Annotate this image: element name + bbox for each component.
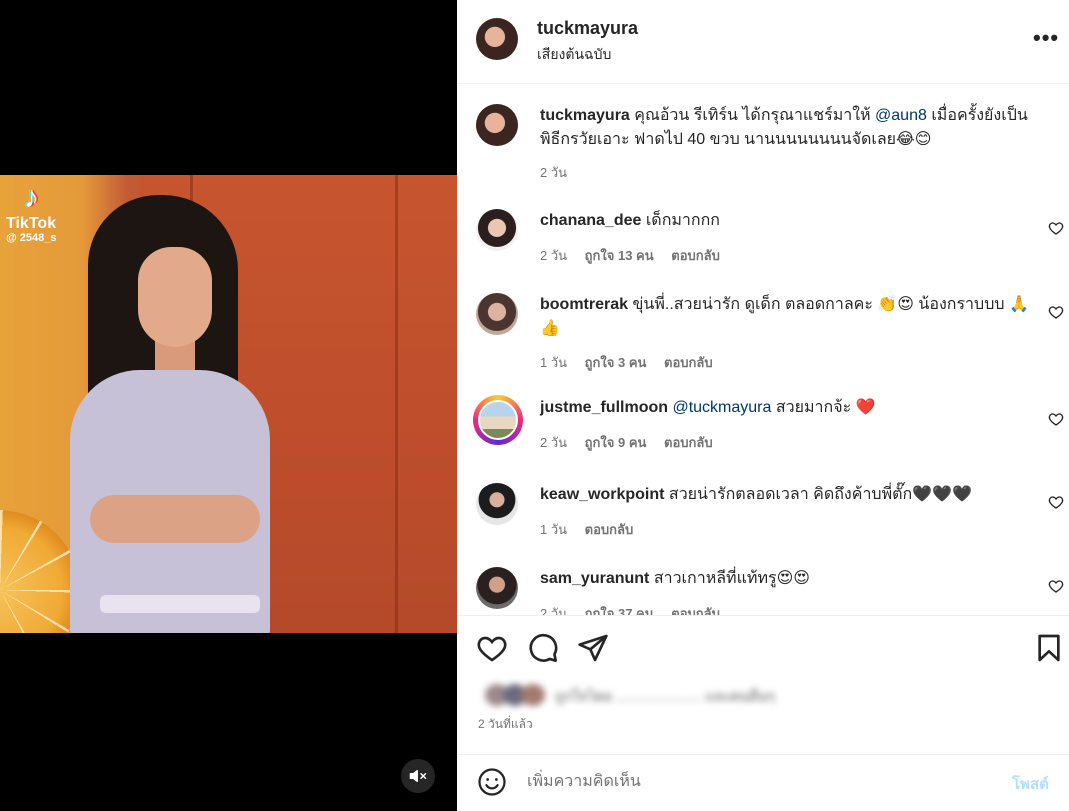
- comment-body: สาวเกาหลีที่แท้ทรู😍😍: [649, 570, 810, 587]
- heart-icon[interactable]: [1048, 220, 1064, 236]
- commenter-username[interactable]: boomtrerak: [540, 296, 628, 313]
- wall-seam: [395, 175, 398, 633]
- action-bar-divider: [457, 615, 1069, 616]
- heart-icon[interactable]: [1048, 411, 1064, 427]
- video-subject: [60, 195, 300, 633]
- subject-face: [138, 247, 212, 347]
- heart-icon[interactable]: [1048, 494, 1064, 510]
- comment-bubble-icon[interactable]: [527, 632, 559, 664]
- heart-icon[interactable]: [476, 632, 508, 664]
- author-avatar[interactable]: [476, 104, 518, 146]
- post-details-pane: tuckmayura เสียงต้นฉบับ ••• tuckmayura ค…: [457, 0, 1069, 811]
- mute-button[interactable]: [401, 759, 435, 793]
- comment-body: เด็กมากกก: [641, 212, 720, 229]
- more-options-icon[interactable]: •••: [1033, 25, 1059, 51]
- comment-time[interactable]: 2 วัน: [540, 248, 567, 263]
- caption-mention[interactable]: @aun8: [875, 107, 927, 124]
- heart-icon[interactable]: [1048, 304, 1064, 320]
- video-frame[interactable]: [0, 175, 457, 633]
- comment-text: keaw_workpoint สวยน่ารักตลอดเวลา คิดถึงค…: [540, 483, 1040, 507]
- author-avatar[interactable]: [476, 18, 518, 60]
- comment-meta: 2 วัน ถูกใจ 9 คน ตอบกลับ: [540, 432, 727, 453]
- speaker-muted-icon: [409, 770, 427, 782]
- comment-likes[interactable]: ถูกใจ 37 คน: [585, 606, 654, 615]
- post-timestamp[interactable]: 2 วันที่แล้ว: [478, 715, 533, 734]
- tiktok-watermark: ♪ TikTok @ 2548_s: [6, 181, 57, 245]
- comment-text: chanana_dee เด็กมากกก: [540, 209, 1040, 233]
- liker-avatar: [521, 684, 545, 706]
- commenter-username[interactable]: chanana_dee: [540, 212, 641, 229]
- commenter-avatar[interactable]: [476, 567, 518, 609]
- comment-text: boomtrerak ขุ่นพี่..สวยน่ารัก ดูเด็ก ตลอ…: [540, 293, 1040, 341]
- smiley-icon[interactable]: [477, 767, 507, 797]
- comment-meta: 2 วัน ถูกใจ 13 คน ตอบกลับ: [540, 245, 734, 266]
- caption-text: tuckmayura คุณอ้วน รีเทิร์น ได้กรุณาแชร์…: [540, 104, 1040, 152]
- comment-body-rest: สวยมากจ้ะ ❤️: [771, 399, 876, 416]
- commenter-avatar[interactable]: [478, 400, 518, 440]
- subject-belt: [100, 595, 260, 613]
- liked-by-text: ถูกใจโดย ...................... และคนอื่…: [555, 688, 775, 704]
- comment-time[interactable]: 2 วัน: [540, 435, 567, 450]
- paper-plane-icon[interactable]: [577, 632, 609, 664]
- subject-arms: [90, 495, 260, 543]
- comment-body: สวยน่ารักตลอดเวลา คิดถึงค้าบพี่ตั๊ก🖤🖤🖤: [664, 486, 972, 503]
- reply-button[interactable]: ตอบกลับ: [664, 355, 713, 370]
- commenter-avatar[interactable]: [476, 293, 518, 335]
- caption-meta: 2 วัน: [540, 162, 581, 183]
- comments-list[interactable]: tuckmayura คุณอ้วน รีเทิร์น ได้กรุณาแชร์…: [457, 85, 1069, 615]
- commenter-username[interactable]: sam_yuranunt: [540, 570, 649, 587]
- bookmark-icon[interactable]: [1033, 632, 1065, 664]
- comment-text: justme_fullmoon @tuckmayura สวยมากจ้ะ ❤️: [540, 396, 1040, 420]
- comment-meta: 1 วัน ตอบกลับ: [540, 519, 647, 540]
- media-pane[interactable]: ♪ TikTok @ 2548_s: [0, 0, 457, 811]
- reply-button[interactable]: ตอบกลับ: [585, 522, 634, 537]
- author-username[interactable]: tuckmayura: [537, 18, 638, 39]
- comment-likes[interactable]: ถูกใจ 9 คน: [585, 435, 647, 450]
- heart-icon[interactable]: [1048, 578, 1064, 594]
- comment-input[interactable]: [527, 769, 967, 795]
- comment-time[interactable]: 2 วัน: [540, 606, 567, 615]
- comment-likes[interactable]: ถูกใจ 3 คน: [585, 355, 647, 370]
- caption-username[interactable]: tuckmayura: [540, 107, 630, 124]
- commenter-username[interactable]: keaw_workpoint: [540, 486, 664, 503]
- tiktok-handle: @ 2548_s: [6, 232, 57, 244]
- post-header: tuckmayura เสียงต้นฉบับ •••: [457, 0, 1069, 84]
- caption-time[interactable]: 2 วัน: [540, 165, 567, 180]
- comment-text: sam_yuranunt สาวเกาหลีที่แท้ทรู😍😍: [540, 567, 1040, 591]
- post-comment-button[interactable]: โพสต์: [1012, 772, 1049, 796]
- caption-body: คุณอ้วน รีเทิร์น ได้กรุณาแชร์มาให้: [629, 107, 876, 124]
- comment-meta: 2 วัน ถูกใจ 37 คน ตอบกลับ: [540, 603, 734, 615]
- comment-meta: 1 วัน ถูกใจ 3 คน ตอบกลับ: [540, 352, 727, 373]
- tiktok-brand: TikTok: [6, 215, 57, 232]
- commenter-username[interactable]: justme_fullmoon: [540, 399, 668, 416]
- comment-time[interactable]: 1 วัน: [540, 355, 567, 370]
- comment-time[interactable]: 1 วัน: [540, 522, 567, 537]
- reply-button[interactable]: ตอบกลับ: [671, 248, 720, 263]
- commenter-avatar[interactable]: [476, 483, 518, 525]
- comment-composer: โพสต์: [457, 754, 1069, 811]
- liked-by-summary[interactable]: ถูกใจโดย ...................... และคนอื่…: [479, 682, 819, 708]
- comment-mention[interactable]: @tuckmayura: [672, 399, 771, 416]
- audio-label[interactable]: เสียงต้นฉบับ: [537, 44, 611, 66]
- comment-likes[interactable]: ถูกใจ 13 คน: [585, 248, 654, 263]
- reply-button[interactable]: ตอบกลับ: [671, 606, 720, 615]
- reply-button[interactable]: ตอบกลับ: [664, 435, 713, 450]
- commenter-avatar[interactable]: [476, 209, 518, 251]
- tiktok-logo-icon: ♪: [24, 181, 39, 214]
